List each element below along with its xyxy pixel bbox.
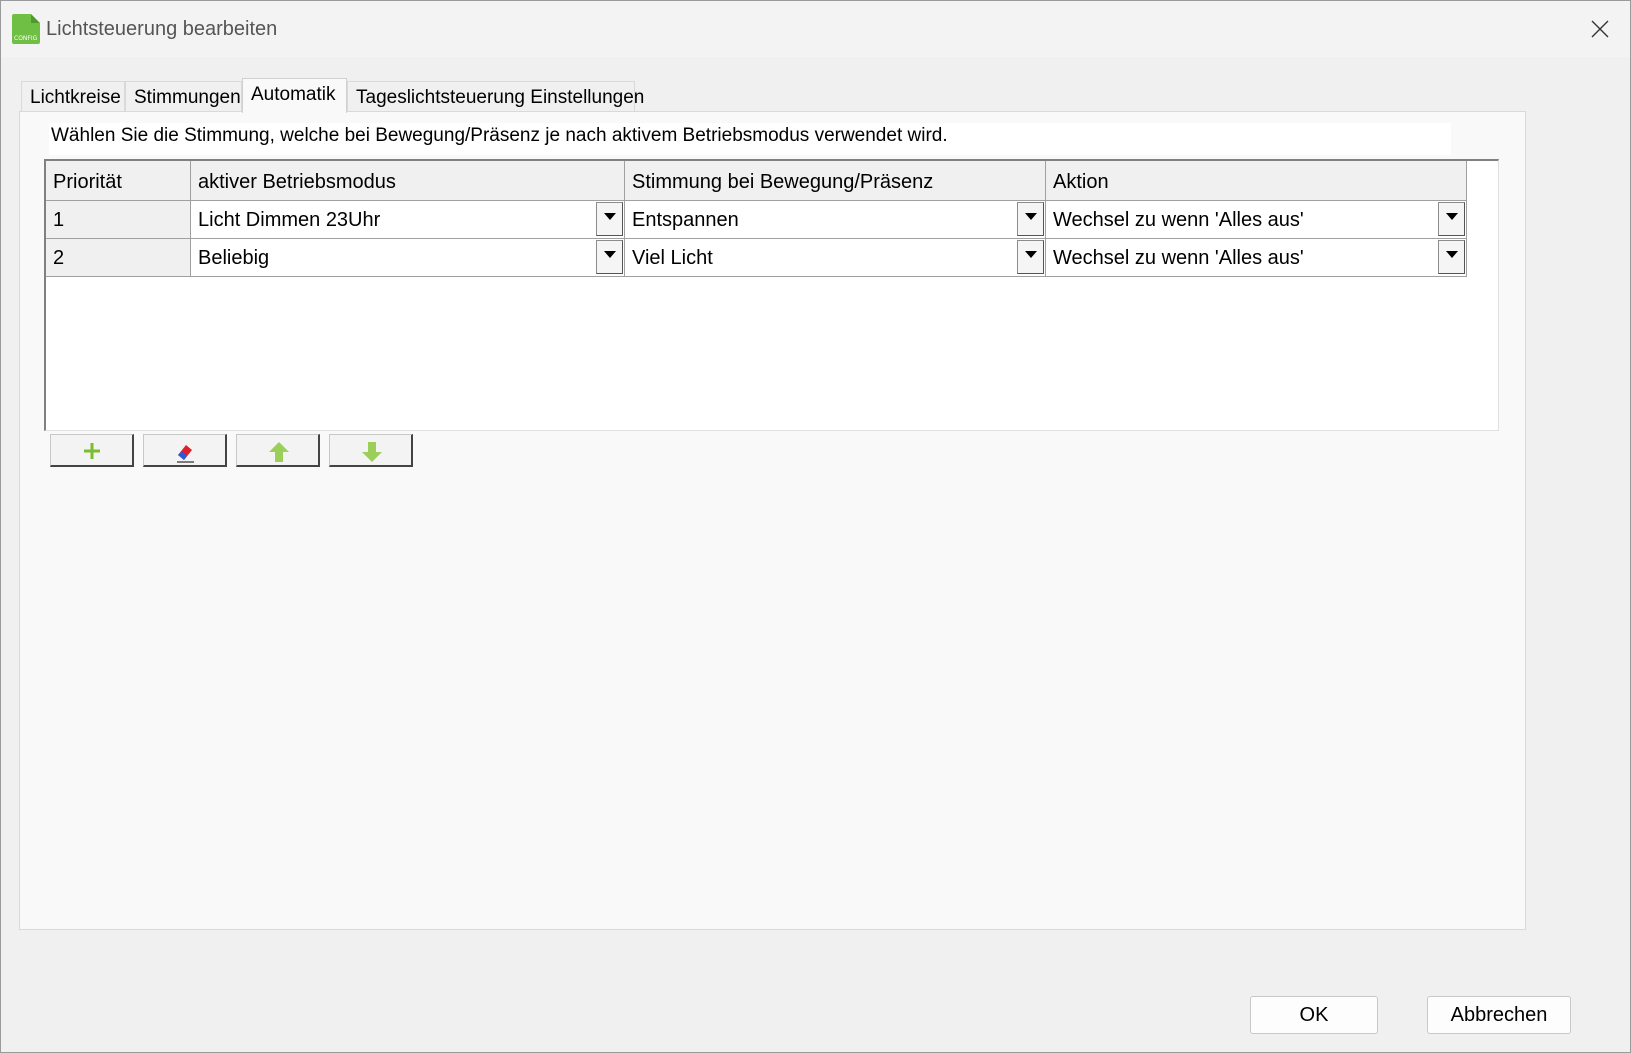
dropdown-arrow-icon[interactable] bbox=[1438, 202, 1465, 236]
dropdown-arrow-icon[interactable] bbox=[1438, 240, 1465, 274]
modus-value: Beliebig bbox=[198, 247, 270, 269]
prio-cell[interactable]: 1 bbox=[46, 201, 191, 239]
eraser-icon bbox=[177, 445, 194, 463]
stimmung-value: Viel Licht bbox=[632, 247, 713, 269]
stimmung-value: Entspannen bbox=[632, 209, 739, 231]
title-bar: CONFIG Lichtsteuerung bearbeiten bbox=[1, 1, 1630, 57]
cancel-button[interactable]: Abbrechen bbox=[1427, 996, 1571, 1034]
aktion-select[interactable]: Wechsel zu wenn 'Alles aus' bbox=[1046, 201, 1467, 239]
automatik-panel: Wählen Sie die Stimmung, welche bei Bewe… bbox=[19, 111, 1526, 930]
tab-tageslichtsteuerung[interactable]: Tageslichtsteuerung Einstellungen bbox=[347, 81, 644, 113]
stimmung-select[interactable]: Entspannen bbox=[625, 201, 1046, 239]
dropdown-arrow-icon[interactable] bbox=[1017, 202, 1044, 236]
header-aktion[interactable]: Aktion bbox=[1046, 161, 1467, 201]
modus-value: Licht Dimmen 23Uhr bbox=[198, 209, 381, 231]
close-button[interactable] bbox=[1580, 11, 1620, 47]
tab-stimmungen[interactable]: Stimmungen bbox=[125, 81, 242, 113]
ok-button[interactable]: OK bbox=[1250, 996, 1378, 1034]
window-title: Lichtsteuerung bearbeiten bbox=[46, 18, 278, 40]
stimmung-select[interactable]: Viel Licht bbox=[625, 239, 1046, 277]
prio-cell[interactable]: 2 bbox=[46, 239, 191, 277]
delete-row-button[interactable] bbox=[143, 434, 227, 467]
arrow-down-icon bbox=[362, 442, 382, 462]
dropdown-arrow-icon[interactable] bbox=[1017, 240, 1044, 274]
header-betriebsmodus[interactable]: aktiver Betriebsmodus bbox=[191, 161, 625, 201]
close-icon bbox=[1591, 20, 1609, 38]
move-down-button[interactable] bbox=[329, 434, 413, 467]
move-up-button[interactable] bbox=[236, 434, 320, 467]
header-prioritaet[interactable]: Priorität bbox=[46, 161, 191, 201]
modus-select[interactable]: Beliebig bbox=[191, 239, 625, 277]
dialog-window: CONFIG Lichtsteuerung bearbeiten Lichtkr… bbox=[0, 0, 1631, 1053]
aktion-select[interactable]: Wechsel zu wenn 'Alles aus' bbox=[1046, 239, 1467, 277]
aktion-value: Wechsel zu wenn 'Alles aus' bbox=[1053, 209, 1304, 231]
modus-select[interactable]: Licht Dimmen 23Uhr bbox=[191, 201, 625, 239]
add-row-button[interactable] bbox=[50, 434, 134, 467]
hint-text: Wählen Sie die Stimmung, welche bei Bewe… bbox=[49, 123, 1451, 155]
arrow-up-icon bbox=[269, 442, 289, 462]
dropdown-arrow-icon[interactable] bbox=[596, 240, 623, 274]
tab-lichtkreise[interactable]: Lichtkreise bbox=[21, 81, 125, 113]
tab-automatik[interactable]: Automatik bbox=[242, 78, 347, 113]
header-stimmung[interactable]: Stimmung bei Bewegung/Präsenz bbox=[625, 161, 1046, 201]
dropdown-arrow-icon[interactable] bbox=[596, 202, 623, 236]
plus-icon bbox=[84, 443, 100, 459]
automatik-table: Priorität aktiver Betriebsmodus Stimmung… bbox=[44, 159, 1499, 431]
aktion-value: Wechsel zu wenn 'Alles aus' bbox=[1053, 247, 1304, 269]
app-config-icon: CONFIG bbox=[12, 14, 40, 44]
